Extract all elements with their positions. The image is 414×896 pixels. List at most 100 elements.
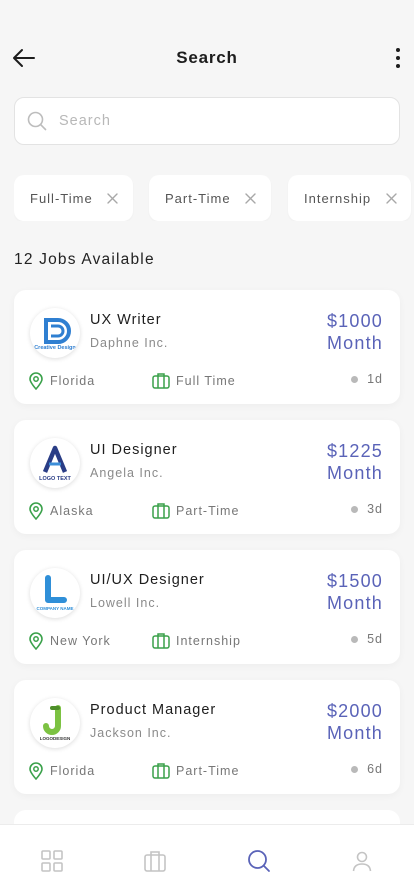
- salary-amount: $1000: [326, 311, 383, 331]
- creative-design-logo-icon: Creative Design: [34, 318, 76, 351]
- job-title: UI/UX Designer: [90, 572, 205, 588]
- logo-text: LOGO TEXT: [39, 476, 71, 482]
- job-type-text: Internship: [176, 633, 241, 648]
- search-icon: [247, 849, 270, 872]
- job-title: UX Writer: [90, 312, 162, 328]
- salary: $2000 Month: [327, 700, 383, 744]
- briefcase-icon: [144, 850, 167, 872]
- job-title: UI Designer: [90, 442, 178, 458]
- logo-text: COMPANY NAME: [36, 606, 73, 611]
- job-location: Alaska: [28, 502, 94, 520]
- salary: $1225 Month: [327, 440, 383, 484]
- close-icon[interactable]: [385, 192, 397, 204]
- posted-time: 3d: [351, 502, 383, 516]
- company-logo: LOGO TEXT: [30, 438, 80, 488]
- salary-amount: $1225: [326, 441, 383, 461]
- job-card[interactable]: COMPANY NAME UI/UX Designer Lowell Inc. …: [14, 550, 400, 664]
- nav-search[interactable]: [229, 831, 289, 891]
- location-pin-icon: [29, 762, 43, 780]
- briefcase-icon: [152, 763, 170, 779]
- more-dot-icon: [396, 64, 400, 68]
- filter-chip-full-time[interactable]: Full-Time: [14, 175, 133, 221]
- close-icon[interactable]: [107, 192, 119, 204]
- salary-period: Month: [326, 463, 383, 483]
- nav-home[interactable]: [22, 831, 82, 891]
- page-title: Search: [176, 48, 238, 67]
- salary: $1000 Month: [327, 310, 383, 354]
- grid-icon: [40, 849, 63, 872]
- company-name-logo-icon: COMPANY NAME: [36, 575, 74, 611]
- search-input[interactable]: [59, 113, 359, 129]
- posted-time: 1d: [351, 372, 383, 386]
- location-pin-icon: [29, 632, 43, 650]
- dot-icon: [351, 635, 359, 643]
- company-name: Daphne Inc.: [90, 336, 169, 350]
- salary-period: Month: [326, 593, 383, 613]
- briefcase-icon: [152, 503, 170, 519]
- job-type-text: Part-Time: [176, 503, 240, 518]
- posted-time: 6d: [351, 762, 383, 776]
- filter-chip-label: Full-Time: [30, 190, 93, 206]
- header-bar: Search: [0, 34, 414, 82]
- job-title: Product Manager: [90, 702, 217, 718]
- salary-period: Month: [326, 333, 383, 353]
- job-card[interactable]: Creative Design UX Writer Daphne Inc. $1…: [14, 290, 400, 404]
- briefcase-icon: [152, 373, 170, 389]
- filter-chip-label: Part-Time: [165, 190, 231, 206]
- job-type-text: Part-Time: [176, 763, 240, 778]
- job-location: New York: [28, 632, 111, 650]
- filter-chip-internship[interactable]: Internship: [288, 175, 412, 221]
- location-text: Florida: [50, 764, 96, 778]
- job-location: Florida: [28, 762, 95, 780]
- more-dot-icon: [396, 56, 400, 60]
- logodesign-logo-icon: LOGODESIGN: [40, 705, 71, 741]
- location-pin-icon: [29, 502, 43, 520]
- filter-chip-label: Internship: [304, 190, 372, 206]
- search-icon: [27, 111, 47, 131]
- salary-amount: $1500: [326, 571, 383, 591]
- job-card[interactable]: LOGODESIGN Product Manager Jackson Inc. …: [14, 680, 400, 794]
- job-type: Internship: [152, 632, 241, 649]
- location-text: Florida: [50, 374, 96, 388]
- nav-jobs[interactable]: [125, 831, 185, 891]
- job-type-text: Full Time: [176, 373, 236, 388]
- dot-icon: [351, 765, 359, 773]
- dot-icon: [351, 505, 359, 513]
- company-logo: LOGODESIGN: [30, 698, 80, 748]
- job-card[interactable]: LOGO TEXT UI Designer Angela Inc. $1225 …: [14, 420, 400, 534]
- bottom-nav: [0, 824, 414, 896]
- briefcase-icon: [152, 633, 170, 649]
- job-type: Full Time: [152, 372, 236, 389]
- salary: $1500 Month: [327, 570, 383, 614]
- jobs-count-label: 12 Jobs Available: [14, 251, 155, 268]
- more-options-button[interactable]: [390, 44, 406, 72]
- posted-time-text: 1d: [367, 372, 383, 386]
- salary-amount: $2000: [326, 701, 383, 721]
- company-name: Angela Inc.: [90, 466, 164, 480]
- filter-chips: Full-Time Part-Time Internship: [14, 175, 414, 221]
- nav-profile[interactable]: [332, 831, 392, 891]
- logo-text: Creative Design: [34, 345, 76, 351]
- location-pin-icon: [29, 372, 43, 390]
- more-dot-icon: [396, 48, 400, 52]
- job-type: Part-Time: [152, 502, 239, 519]
- posted-time-text: 5d: [367, 632, 383, 646]
- search-bar[interactable]: [14, 97, 400, 145]
- filter-chip-part-time[interactable]: Part-Time: [149, 175, 271, 221]
- company-name: Lowell Inc.: [90, 596, 161, 610]
- logo-text: LOGODESIGN: [40, 736, 71, 741]
- company-name: Jackson Inc.: [90, 726, 172, 740]
- dot-icon: [351, 375, 359, 383]
- user-icon: [352, 851, 372, 871]
- job-location: Florida: [28, 372, 95, 390]
- posted-time-text: 6d: [367, 762, 383, 776]
- posted-time: 5d: [351, 632, 383, 646]
- logo-text-logo-icon: LOGO TEXT: [39, 445, 72, 482]
- job-type: Part-Time: [152, 762, 239, 779]
- close-icon[interactable]: [245, 192, 257, 204]
- salary-period: Month: [326, 723, 383, 743]
- company-logo: Creative Design: [30, 308, 80, 358]
- company-logo: COMPANY NAME: [30, 568, 80, 618]
- posted-time-text: 3d: [367, 502, 383, 516]
- location-text: New York: [50, 634, 111, 648]
